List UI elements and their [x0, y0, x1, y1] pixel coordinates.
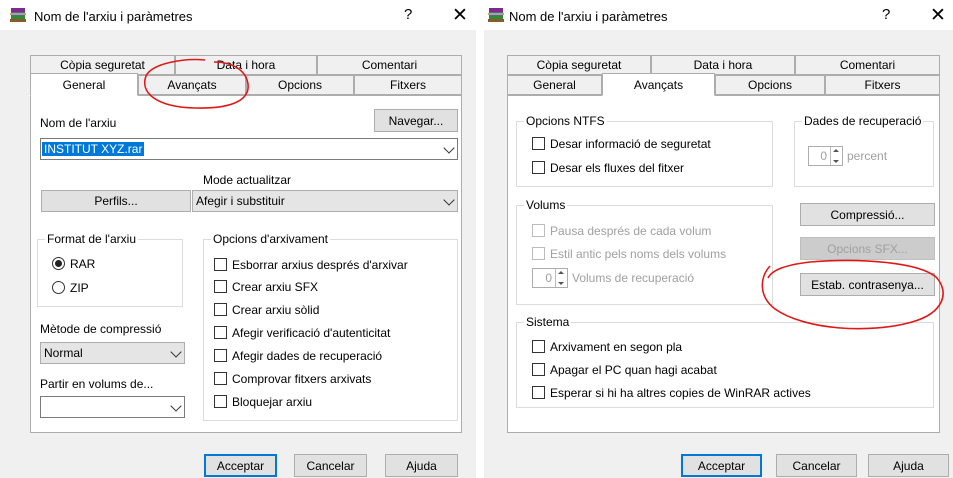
tab-panel-general: Nom de l'arxiu Navegar... INSTITUT XYZ.r…	[30, 95, 462, 433]
volumes-group: Volums Pausa després de cada volum Estil…	[516, 198, 773, 305]
tab-date-time[interactable]: Data i hora	[651, 55, 795, 75]
archive-options-label: Opcions d'arxivament	[211, 232, 331, 246]
archive-name-label: Nom de l'arxiu	[40, 116, 117, 130]
cancel-button[interactable]: Cancelar	[294, 454, 367, 477]
window-title: Nom de l'arxiu i paràmetres	[34, 9, 193, 24]
archive-format-label: Format de l'arxiu	[45, 232, 138, 246]
chevron-down-icon[interactable]	[170, 400, 182, 412]
tab-comment[interactable]: Comentari	[795, 55, 940, 75]
system-group: Sistema Arxivament en segon pla Apagar e…	[516, 315, 934, 408]
help-icon[interactable]: ?	[882, 6, 890, 23]
archive-name-input[interactable]: INSTITUT XYZ.rar	[40, 138, 458, 160]
dialog-advanced: Nom de l'arxiu i paràmetres ? ✕ Còpia se…	[484, 0, 953, 478]
checkbox-icon[interactable]	[214, 372, 227, 385]
update-mode-label: Mode actualitzar	[203, 173, 292, 187]
close-icon[interactable]: ✕	[930, 4, 946, 27]
cancel-button[interactable]: Cancelar	[776, 454, 857, 477]
volumes-label: Volums	[524, 198, 568, 212]
tab-backup[interactable]: Còpia seguretat	[507, 55, 651, 75]
tab-date-time[interactable]: Data i hora	[175, 55, 317, 75]
archive-options-group: Opcions d'arxivament Esborrar arxius des…	[203, 232, 458, 421]
tab-row-front: General Avançats Opcions Fitxers	[30, 73, 462, 96]
close-icon[interactable]: ✕	[452, 4, 468, 27]
checkbox-icon[interactable]	[214, 326, 227, 339]
spinner-arrows-icon[interactable]	[555, 269, 567, 287]
tab-general[interactable]: General	[30, 73, 138, 96]
compression-method-label: Mètode de compressió	[40, 322, 162, 336]
browse-button[interactable]: Navegar...	[374, 109, 458, 132]
tab-backup[interactable]: Còpia seguretat	[30, 55, 175, 75]
tab-panel-advanced: Opcions NTFS Desar informació de seguret…	[507, 95, 940, 433]
system-label: Sistema	[524, 315, 572, 329]
checkbox-icon[interactable]	[532, 161, 545, 174]
checkbox-icon[interactable]	[214, 280, 227, 293]
tab-advanced[interactable]: Avançats	[602, 73, 715, 96]
tab-options[interactable]: Opcions	[246, 75, 354, 95]
ok-button[interactable]: Acceptar	[681, 454, 762, 477]
spinner-arrows-icon[interactable]	[830, 147, 842, 165]
archive-name-value: INSTITUT XYZ.rar	[42, 142, 145, 156]
checkbox-icon[interactable]	[214, 258, 227, 271]
chevron-down-icon[interactable]	[443, 142, 455, 154]
help-icon[interactable]: ?	[404, 6, 412, 23]
recovery-percent-unit: percent	[847, 149, 888, 163]
tab-row-front: General Avançats Opcions Fitxers	[507, 73, 940, 96]
recovery-data-group: Dades de recuperació 0 percent	[794, 114, 934, 187]
ntfs-options-label: Opcions NTFS	[524, 114, 607, 128]
tab-options[interactable]: Opcions	[715, 75, 825, 95]
window-title: Nom de l'arxiu i paràmetres	[509, 9, 668, 24]
recovery-volumes-label: Volums de recuperació	[572, 271, 695, 285]
compression-method-value: Normal	[44, 346, 83, 360]
dialog-general: Nom de l'arxiu i paràmetres ? ✕ Còpia se…	[0, 0, 476, 478]
tab-general[interactable]: General	[507, 75, 602, 95]
winrar-icon	[10, 8, 26, 22]
compression-method-select[interactable]: Normal	[40, 342, 185, 364]
split-volumes-label: Partir en volums de...	[40, 377, 154, 391]
profiles-button[interactable]: Perfils...	[41, 190, 191, 212]
compression-button[interactable]: Compressió...	[800, 203, 935, 226]
update-mode-value: Afegir i substituir	[196, 194, 285, 208]
tab-row-back: Còpia seguretat Data i hora Comentari	[30, 55, 462, 75]
update-mode-select[interactable]: Afegir i substituir	[192, 190, 458, 212]
recovery-volumes-spinner[interactable]: 0	[532, 268, 568, 288]
chevron-down-icon[interactable]	[170, 346, 182, 358]
checkbox-icon[interactable]	[214, 349, 227, 362]
tab-files[interactable]: Fitxers	[354, 75, 462, 95]
checkbox-icon[interactable]	[532, 224, 545, 237]
set-password-button[interactable]: Estab. contrasenya...	[800, 273, 935, 296]
sfx-options-button[interactable]: Opcions SFX...	[800, 237, 935, 260]
titlebar: Nom de l'arxiu i paràmetres ? ✕	[484, 0, 953, 30]
radio-button-icon[interactable]	[52, 257, 65, 270]
tab-row-back: Còpia seguretat Data i hora Comentari	[507, 55, 940, 75]
ok-button[interactable]: Acceptar	[204, 454, 277, 477]
checkbox-icon[interactable]	[214, 395, 227, 408]
help-button[interactable]: Ajuda	[868, 454, 949, 477]
tab-comment[interactable]: Comentari	[317, 55, 462, 75]
recovery-volumes-value: 0	[545, 271, 552, 285]
winrar-icon	[488, 8, 504, 22]
ntfs-options-group: Opcions NTFS Desar informació de seguret…	[516, 114, 773, 187]
tab-files[interactable]: Fitxers	[825, 75, 940, 95]
checkbox-icon[interactable]	[532, 386, 545, 399]
recovery-percent-spinner[interactable]: 0	[808, 146, 843, 166]
image-divider	[476, 0, 484, 478]
checkbox-icon[interactable]	[532, 137, 545, 150]
checkbox-icon[interactable]	[532, 340, 545, 353]
help-button[interactable]: Ajuda	[385, 454, 458, 477]
checkbox-icon[interactable]	[214, 303, 227, 316]
checkbox-icon[interactable]	[532, 363, 545, 376]
split-volumes-input[interactable]	[40, 396, 185, 418]
recovery-data-label: Dades de recuperació	[802, 114, 924, 128]
tab-advanced[interactable]: Avançats	[138, 75, 246, 95]
checkbox-icon[interactable]	[532, 247, 545, 260]
radio-button-icon[interactable]	[52, 281, 65, 294]
recovery-percent-value: 0	[820, 149, 827, 163]
titlebar: Nom de l'arxiu i paràmetres ? ✕	[0, 0, 476, 30]
archive-format-group: Format de l'arxiu RAR ZIP	[37, 232, 183, 307]
chevron-down-icon[interactable]	[443, 194, 455, 206]
